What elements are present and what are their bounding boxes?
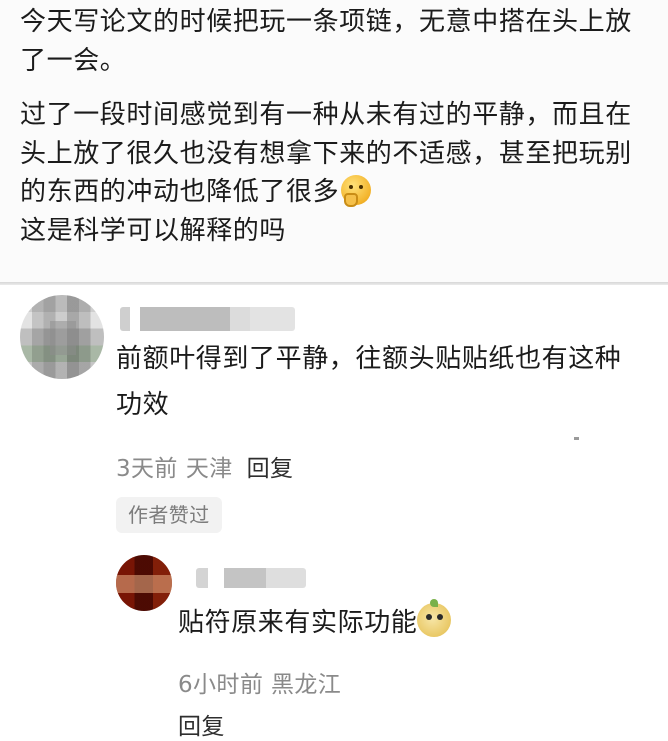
comment-meta: 3天前 天津 回复: [116, 449, 293, 483]
post-paragraph-2-text: 过了一段时间感觉到有一种从未有过的平静，而且在头上放了很久也没有想拿下来的不适感…: [20, 100, 632, 207]
thinking-face-icon: [341, 175, 372, 207]
reply-time: 6小时前: [178, 672, 264, 698]
post-paragraph-3: 这是科学可以解释的吗: [20, 215, 287, 246]
reply-location: 黑龙江: [270, 672, 342, 698]
reply-reply-button[interactable]: 回复: [178, 707, 225, 741]
commenter-avatar[interactable]: [20, 295, 104, 379]
decorative-dot: [574, 437, 579, 440]
commenter-username-blurred[interactable]: [120, 307, 295, 331]
replier-username-blurred[interactable]: [196, 568, 306, 588]
comment-reply-button[interactable]: 回复: [247, 456, 294, 482]
replier-avatar[interactable]: [116, 555, 172, 611]
comment-text: 前额叶得到了平静，往额头贴贴纸也有这种功效: [116, 344, 622, 420]
post-paragraph-1: 今天写论文的时候把玩一条项链，无意中搭在头上放了一会。: [20, 7, 632, 76]
reply-meta: 6小时前 黑龙江: [178, 665, 341, 699]
comment-section: 前额叶得到了平静，往额头贴贴纸也有这种功效 3天前 天津 回复 作者赞过 贴符原来有…: [0, 285, 668, 740]
reply-text: 贴符原来有实际功能: [178, 608, 418, 638]
author-liked-badge: 作者赞过: [116, 497, 222, 533]
comment-time: 3天前: [116, 456, 178, 482]
post-body: 今天写论文的时候把玩一条项链，无意中搭在头上放了一会。 过了一段时间感觉到有一种…: [0, 0, 668, 282]
comment-location: 天津: [185, 456, 233, 482]
sprout-face-icon: [417, 599, 452, 637]
reply-text-line: 贴符原来有实际功能: [178, 599, 452, 643]
post-paragraph-2: 过了一段时间感觉到有一种从未有过的平静，而且在头上放了很久也没有想拿下来的不适感…: [20, 96, 646, 212]
